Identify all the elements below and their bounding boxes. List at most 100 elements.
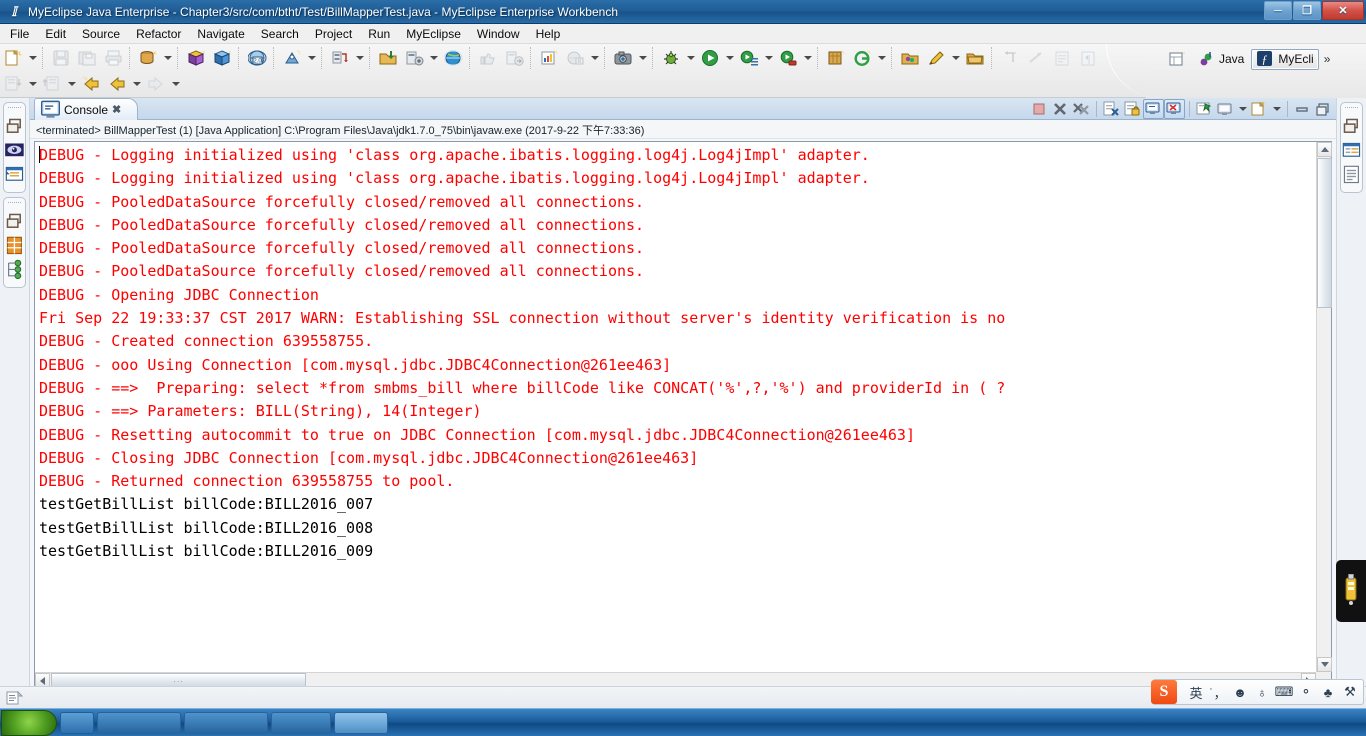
ime-punctuation-button[interactable]: ˙， [1208,681,1228,703]
new-package-button[interactable] [850,46,874,70]
chevron-down-icon[interactable] [684,46,697,70]
next-annotation-button[interactable] [998,46,1022,70]
chevron-down-icon[interactable] [875,46,888,70]
display-selected-console-button[interactable] [1215,99,1236,119]
fast-view-drag-handle[interactable] [8,107,21,113]
ime-mode-button[interactable]: 英 [1186,681,1206,703]
manage-deployments-button[interactable] [402,46,426,70]
chevron-down-icon[interactable] [305,46,318,70]
show-whitespace-button[interactable]: ¶ [1076,46,1100,70]
chevron-down-icon[interactable] [762,46,775,70]
menu-window[interactable]: Window [469,24,528,44]
start-button[interactable] [1,709,57,736]
chevron-down-icon[interactable] [723,46,736,70]
run-report-button[interactable]: R [563,46,587,70]
maximize-window-button[interactable]: ❐ [1293,1,1321,20]
maximize-view-button[interactable] [1313,99,1334,119]
ime-user-button[interactable]: ⚬ [1296,681,1316,703]
server-deploy-button[interactable] [328,46,352,70]
chevron-down-icon[interactable] [130,72,143,96]
perspective-myecli[interactable]: ƒ MyEcli [1251,48,1319,70]
ime-softkeyboard-button[interactable]: ⌨ [1274,681,1294,703]
show-console-on-error-button[interactable] [1164,99,1185,119]
quick-launch-bar[interactable] [60,711,94,734]
minimize-window-button[interactable]: ─ [1264,1,1292,20]
ime-emoji-button[interactable]: ☻ [1230,681,1250,703]
deploy-tool-button[interactable] [280,46,304,70]
chevron-down-icon[interactable] [169,72,182,96]
scroll-down-arrow-icon[interactable] [1317,657,1332,672]
menu-help[interactable]: Help [528,24,569,44]
chevron-down-icon[interactable] [161,46,174,70]
chevron-down-icon[interactable] [427,46,440,70]
open-perspective-button[interactable] [1165,47,1189,71]
sogou-logo-icon[interactable]: S [1151,680,1177,704]
new-class-button[interactable] [824,46,848,70]
ime-skin-button[interactable]: ♣ [1318,681,1338,703]
back-button[interactable] [105,72,129,96]
chevron-down-icon[interactable] [588,46,601,70]
console-vertical-scrollbar[interactable] [1316,142,1332,672]
snapshot-button[interactable] [611,46,635,70]
run-history-button[interactable] [737,46,761,70]
menu-myeclipse[interactable]: MyEclipse [398,24,469,44]
open-browser-button[interactable] [441,46,465,70]
open-console-button[interactable] [1249,99,1270,119]
terminate-button[interactable] [1029,99,1050,119]
fast-view-drag-handle[interactable] [8,202,21,208]
perspective-overflow-button[interactable]: » [1322,52,1331,66]
menu-run[interactable]: Run [360,24,398,44]
menu-project[interactable]: Project [307,24,360,44]
perspective-java[interactable]: Java [1193,49,1248,70]
open-resource-button[interactable] [963,46,987,70]
console-text-area[interactable]: DEBUG - Logging initialized using 'class… [35,142,1316,672]
fastview-eye[interactable] [4,140,25,162]
minimize-view-button[interactable] [1292,99,1313,119]
toggle-block-selection-button[interactable] [1050,46,1074,70]
save-all-button[interactable] [75,46,99,70]
close-window-button[interactable]: ✕ [1322,1,1364,20]
menu-file[interactable]: File [2,24,37,44]
new-report-button[interactable] [537,46,561,70]
chevron-down-icon[interactable] [26,46,39,70]
new-wizard-button[interactable] [1,46,25,70]
back-to-last-edit-button[interactable] [79,72,103,96]
remove-launch-button[interactable] [1050,99,1071,119]
fastview-hierarchy[interactable] [4,259,25,281]
fastview-document[interactable] [1341,164,1362,186]
chevron-down-icon[interactable] [801,46,814,70]
export-button[interactable] [502,46,526,70]
menu-search[interactable]: Search [253,24,307,44]
new-ejb-project-button[interactable] [184,46,208,70]
fast-view-drag-handle[interactable] [1345,107,1358,113]
thumbs-up-button[interactable] [476,46,500,70]
fastview-restore-group-1[interactable] [4,116,25,138]
fastview-restore-group-3[interactable] [1341,116,1362,138]
taskbar-window-item[interactable] [271,711,331,734]
chevron-down-icon[interactable] [949,46,962,70]
ime-tools-button[interactable]: ⚒ [1340,681,1360,703]
chevron-down-icon[interactable] [26,72,39,96]
new-web20-project-button[interactable]: 2.0 [245,46,269,70]
debug-button[interactable] [659,46,683,70]
import-button[interactable] [376,46,400,70]
chevron-down-icon[interactable] [636,46,649,70]
run-button[interactable] [698,46,722,70]
scroll-lock-button[interactable] [1122,99,1143,119]
chevron-down-icon[interactable] [65,72,78,96]
taskbar-window-item[interactable] [334,711,388,734]
show-console-on-output-button[interactable] [1143,99,1164,119]
chevron-down-icon[interactable] [1236,97,1249,121]
print-button[interactable] [101,46,125,70]
clear-console-button[interactable] [1101,99,1122,119]
fastview-grid[interactable] [4,235,25,257]
chevron-down-icon[interactable] [1270,97,1283,121]
open-type-button[interactable] [898,46,922,70]
pin-console-button[interactable] [1194,99,1215,119]
fastview-properties[interactable] [1341,140,1362,162]
taskbar-window-item[interactable] [97,711,181,734]
chevron-down-icon[interactable] [353,46,366,70]
search-button[interactable] [924,46,948,70]
menu-navigate[interactable]: Navigate [189,24,252,44]
remove-all-terminated-button[interactable] [1071,99,1092,119]
